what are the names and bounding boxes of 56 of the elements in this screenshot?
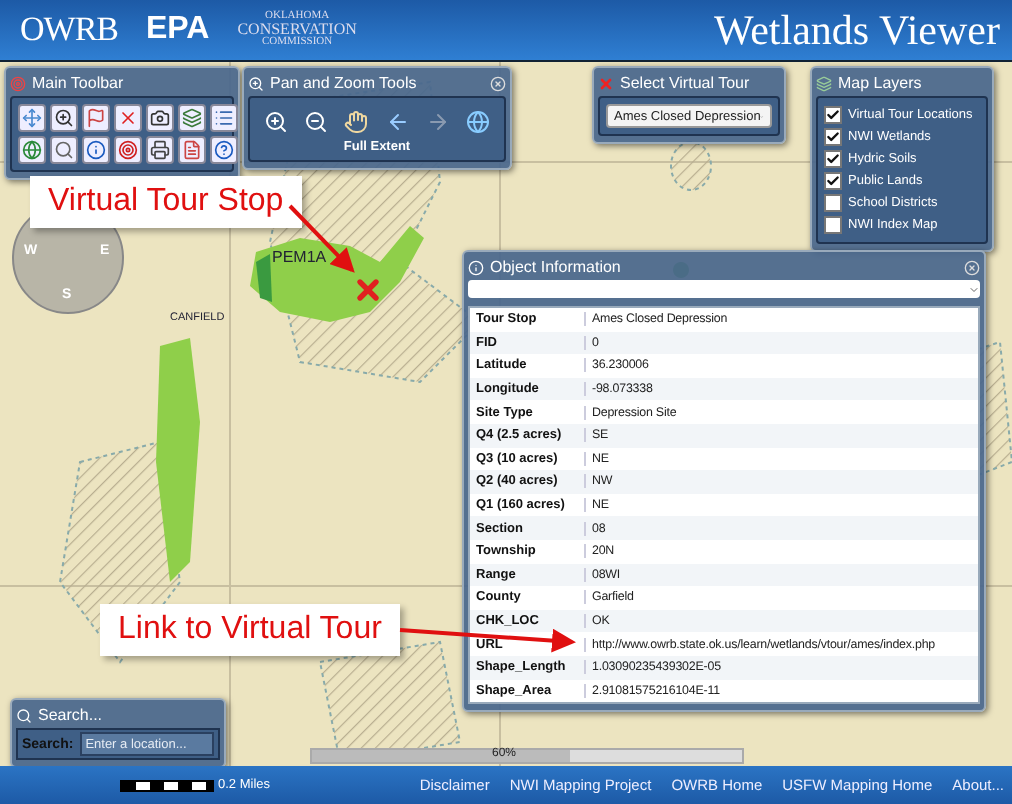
commission-logo-text: CONSERVATION <box>237 22 357 38</box>
callout-label: Virtual Tour Stop <box>30 176 302 228</box>
tool-button[interactable] <box>114 136 142 164</box>
panel-title: Map Layers <box>838 74 922 92</box>
callout-label: Link to Virtual Tour <box>100 604 400 656</box>
printer-icon <box>150 140 170 160</box>
layer-checkbox[interactable] <box>824 106 842 124</box>
tool-button[interactable] <box>50 104 78 132</box>
layers-icon <box>816 75 832 91</box>
zoom-icon <box>248 75 264 91</box>
info-icon <box>468 259 484 275</box>
tour-stop-marker-icon <box>352 274 384 306</box>
pan-button[interactable] <box>344 110 369 134</box>
tool-button[interactable] <box>210 104 238 132</box>
x-icon <box>598 75 614 91</box>
panel-title: Select Virtual Tour <box>620 74 750 92</box>
panel-title: Search... <box>38 706 103 724</box>
close-icon[interactable] <box>964 259 980 275</box>
layer-checkbox[interactable] <box>824 216 842 234</box>
scale-bar <box>120 779 214 791</box>
zoom-in-icon <box>54 108 74 128</box>
globe-icon <box>22 140 42 160</box>
close-icon <box>118 108 138 128</box>
document-icon <box>182 140 202 160</box>
layer-checkbox[interactable] <box>824 194 842 212</box>
search-icon <box>54 140 74 160</box>
layer-checkbox[interactable] <box>824 150 842 168</box>
toolbar-icon <box>10 75 26 91</box>
info-icon <box>86 140 106 160</box>
epa-logo: EPA <box>146 12 210 48</box>
zoom-in-button[interactable] <box>264 110 289 134</box>
map-label: PEM1A <box>272 248 327 266</box>
help-icon <box>214 140 234 160</box>
tool-button[interactable] <box>146 104 174 132</box>
layer-checkbox[interactable] <box>824 172 842 190</box>
tool-button[interactable] <box>82 136 110 164</box>
tool-button[interactable] <box>210 136 238 164</box>
tool-button[interactable] <box>50 136 78 164</box>
camera-icon <box>150 108 170 128</box>
app-title: Wetlands Viewer <box>713 5 1000 55</box>
panel-title: Main Toolbar <box>32 74 124 92</box>
layers-icon <box>182 108 202 128</box>
owrb-logo: OWRB <box>20 10 118 50</box>
search-icon <box>16 707 32 723</box>
panel-title: Object Information <box>490 258 621 276</box>
full-extent-button[interactable] <box>465 110 490 134</box>
zoom-out-button[interactable] <box>304 110 329 134</box>
panel-title: Pan and Zoom Tools <box>270 74 417 92</box>
target-icon <box>118 140 138 160</box>
layer-checkbox[interactable] <box>824 128 842 146</box>
list-icon <box>214 108 234 128</box>
tool-button[interactable] <box>146 136 174 164</box>
pan-icon <box>22 108 42 128</box>
back-button[interactable] <box>385 110 410 134</box>
flag-icon <box>86 108 106 128</box>
close-icon[interactable] <box>490 75 506 91</box>
